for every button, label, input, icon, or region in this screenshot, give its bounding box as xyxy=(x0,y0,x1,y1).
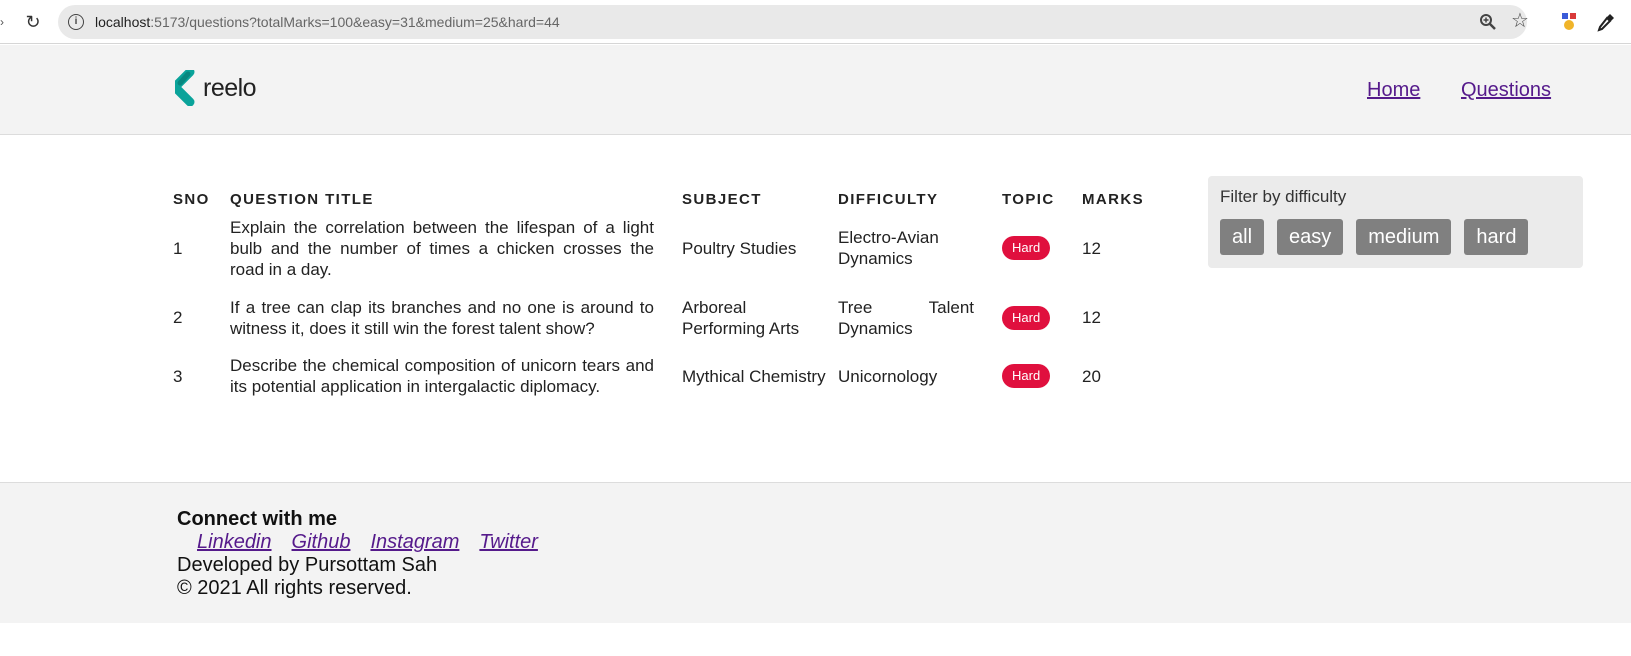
header-title: QUESTION TITLE xyxy=(230,191,374,208)
difficulty-filter-panel: Filter by difficulty all easy medium har… xyxy=(1208,176,1583,268)
logo-text: reelo xyxy=(203,73,257,102)
table-row: 2 If a tree can clap its branches and no… xyxy=(166,280,1166,355)
cell-difficulty: Tree Talent Dynamics xyxy=(838,297,974,338)
topic-badge: Hard xyxy=(1002,305,1051,330)
cell-sno: 2 xyxy=(173,308,183,327)
table-row: 1 Explain the correlation between the li… xyxy=(166,216,1166,280)
cell-sno: 3 xyxy=(173,366,183,386)
topic-badge: Hard xyxy=(1002,236,1051,260)
github-link[interactable]: Github xyxy=(292,531,351,554)
linkedin-link[interactable]: Linkedin xyxy=(197,531,272,554)
logo-mark-icon xyxy=(175,70,195,106)
twitter-link[interactable]: Twitter xyxy=(479,531,538,554)
footer-content: Connect with me Linkedin Github Instagra… xyxy=(177,508,538,600)
cell-subject: Arboreal Performing Arts xyxy=(682,297,800,338)
bookmark-star-icon[interactable]: ☆ xyxy=(1509,10,1531,32)
site-info-icon[interactable]: i xyxy=(68,14,84,30)
filter-button-group: all easy medium hard xyxy=(1220,219,1529,255)
filter-all-button[interactable]: all xyxy=(1220,219,1265,255)
cell-topic: Hard xyxy=(1002,355,1082,397)
extension-badge-icon[interactable] xyxy=(1560,12,1578,32)
copyright-text: © 2021 All rights reserved. xyxy=(177,577,412,599)
site-footer: Connect with me Linkedin Github Instagra… xyxy=(0,482,1631,623)
zoom-icon[interactable] xyxy=(1478,12,1498,32)
cell-subject: Mythical Chemistry xyxy=(682,366,826,386)
cell-topic: Hard xyxy=(1002,280,1082,355)
footer-heading: Connect with me xyxy=(177,508,338,530)
site-header: reelo Home Questions xyxy=(0,45,1631,135)
reelo-logo[interactable]: reelo xyxy=(175,70,257,106)
cell-title: Describe the chemical composition of uni… xyxy=(230,356,654,396)
cell-topic: Hard xyxy=(1002,216,1082,280)
back-arrow-icon[interactable]: › xyxy=(0,14,8,30)
instagram-link[interactable]: Instagram xyxy=(370,531,459,554)
header-marks: MARKS xyxy=(1082,191,1144,208)
developer-credit: Developed by Pursottam Sah xyxy=(177,554,438,576)
filter-easy-button[interactable]: easy xyxy=(1277,219,1344,255)
table-header-row: SNO QUESTION TITLE SUBJECT DIFFICULTY TO… xyxy=(166,183,1166,216)
cell-subject: Poultry Studies xyxy=(682,238,797,258)
cell-title: If a tree can clap its branches and no o… xyxy=(230,297,654,338)
cell-difficulty: Unicornology xyxy=(838,366,938,386)
reload-icon[interactable]: ↻ xyxy=(22,11,44,33)
url-path: :5173/questions?totalMarks=100&easy=31&m… xyxy=(150,14,560,30)
cell-sno: 1 xyxy=(173,238,183,258)
header-sno: SNO xyxy=(173,191,210,208)
topic-badge: Hard xyxy=(1002,364,1051,388)
address-bar[interactable]: i localhost:5173/questions?totalMarks=10… xyxy=(58,5,1529,39)
nav-questions-link[interactable]: Questions xyxy=(1461,79,1551,102)
cell-marks: 12 xyxy=(1082,238,1101,258)
table-row: 3 Describe the chemical composition of u… xyxy=(166,355,1166,397)
url-text[interactable]: localhost:5173/questions?totalMarks=100&… xyxy=(95,14,560,30)
questions-table: SNO QUESTION TITLE SUBJECT DIFFICULTY TO… xyxy=(166,183,1166,397)
cell-title: Explain the correlation between the life… xyxy=(230,217,654,279)
nav-home-link[interactable]: Home xyxy=(1367,79,1420,102)
social-links: Linkedin Github Instagram Twitter xyxy=(177,531,538,554)
eyedropper-icon[interactable] xyxy=(1596,12,1616,32)
cell-difficulty: Electro-Avian Dynamics xyxy=(838,228,939,268)
header-difficulty: DIFFICULTY xyxy=(838,191,939,208)
cell-marks: 12 xyxy=(1082,308,1101,327)
browser-toolbar: › ↻ i localhost:5173/questions?totalMark… xyxy=(0,0,1631,44)
filter-title: Filter by difficulty xyxy=(1220,187,1347,206)
url-host: localhost xyxy=(95,14,151,30)
filter-hard-button[interactable]: hard xyxy=(1464,219,1529,255)
filter-medium-button[interactable]: medium xyxy=(1356,219,1452,255)
header-topic: TOPIC xyxy=(1002,191,1055,208)
cell-marks: 20 xyxy=(1082,366,1101,386)
header-subject: SUBJECT xyxy=(682,191,762,208)
